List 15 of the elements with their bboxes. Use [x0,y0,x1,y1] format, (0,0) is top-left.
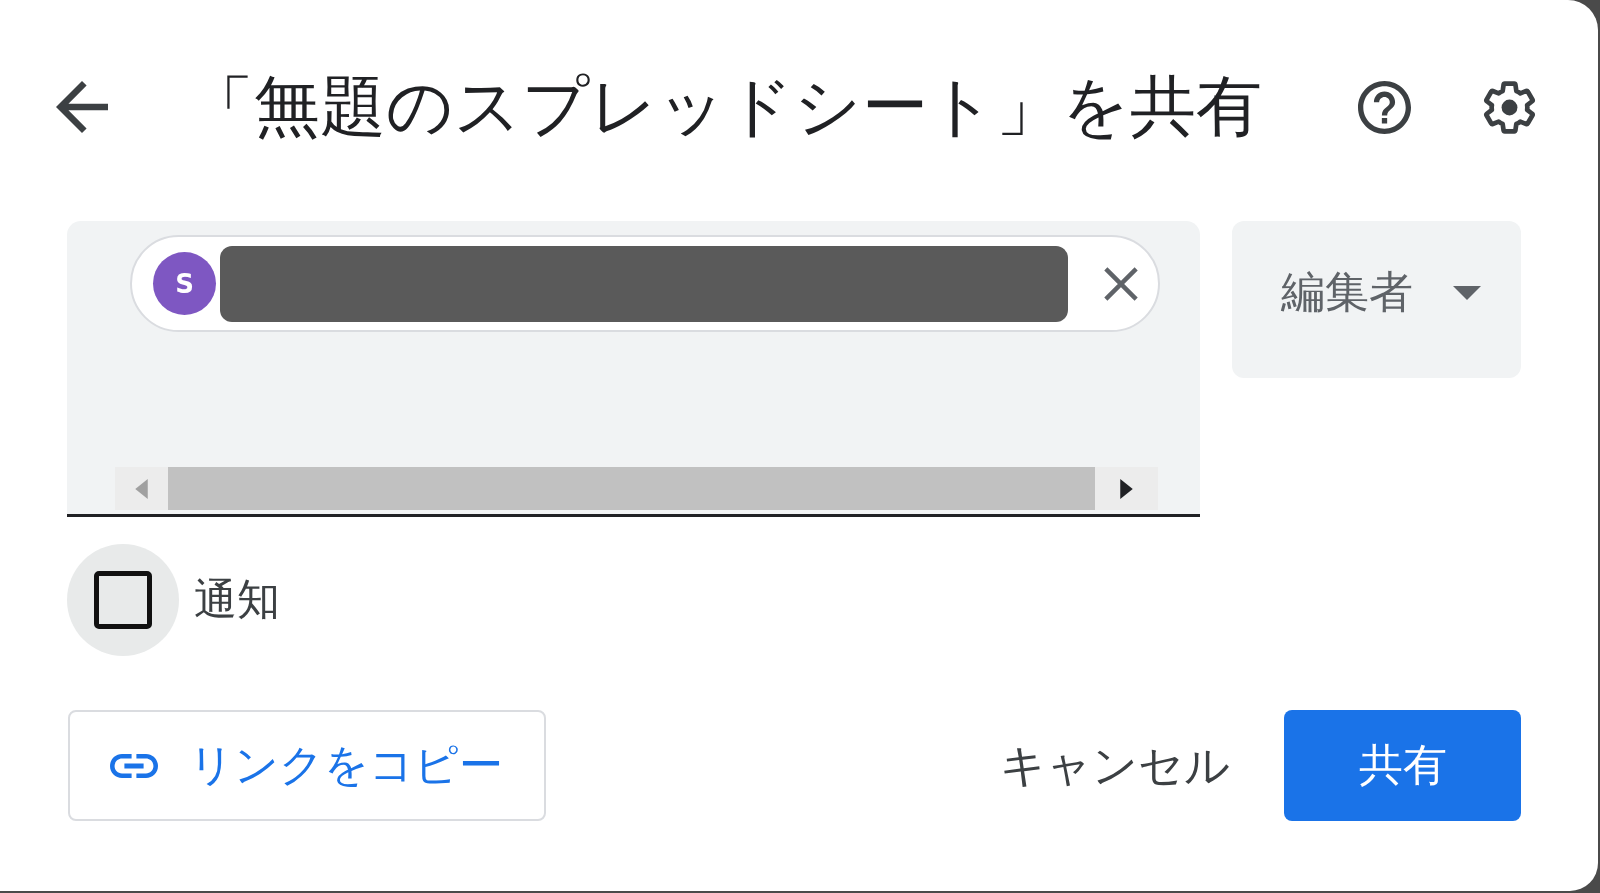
link-icon [110,753,158,778]
avatar: S [153,252,216,315]
close-icon[interactable] [1104,266,1138,301]
recipient-field[interactable]: S [67,221,1200,517]
checkbox-label: 通知 [194,573,280,626]
dialog-title: 「無題のスプレッドシート」を共有 [188,67,1263,147]
settings-icon[interactable] [1483,80,1536,134]
caret-down-icon [1453,285,1481,300]
cancel-button[interactable]: キャンセル [980,710,1250,821]
role-dropdown[interactable]: 編集者 [1232,221,1521,378]
scroll-right-icon[interactable] [1120,478,1133,499]
share-button[interactable]: 共有 [1284,710,1521,821]
back-arrow-icon[interactable] [56,81,108,133]
copy-link-button[interactable]: リンクをコピー [68,710,546,821]
help-icon[interactable] [1358,80,1411,134]
